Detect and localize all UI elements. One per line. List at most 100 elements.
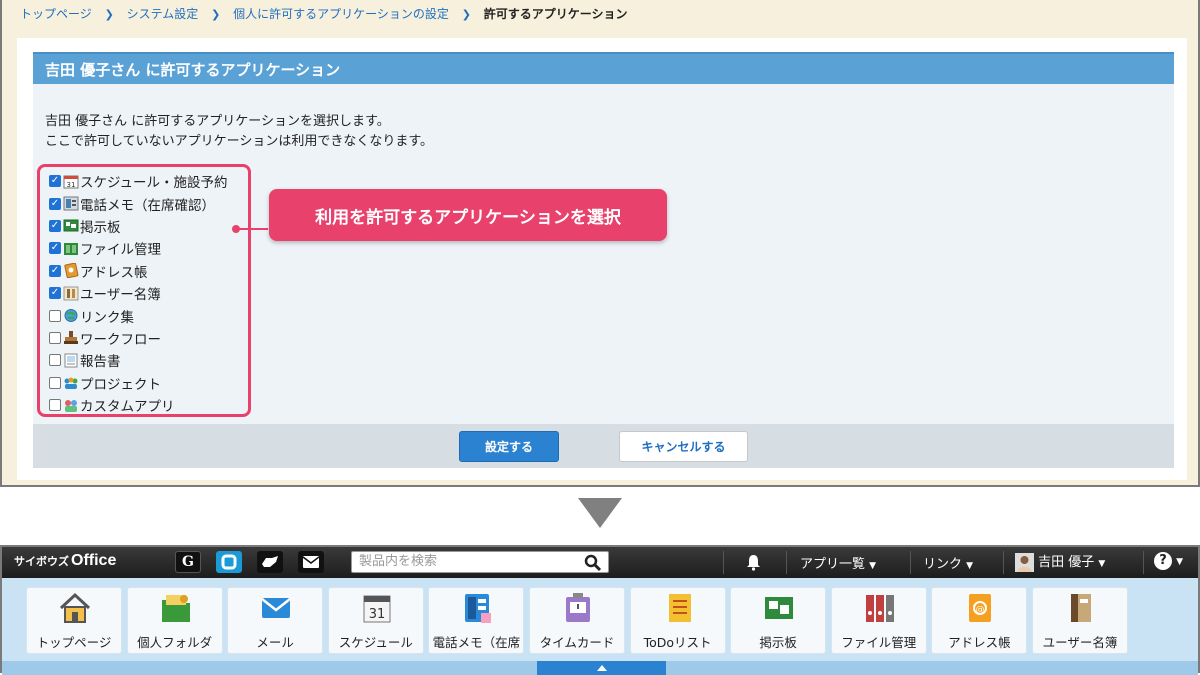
dropdown-caret-icon: ▼ (1098, 559, 1106, 569)
app-checkbox-item[interactable]: アドレス帳 (49, 260, 248, 282)
cancel-button[interactable]: キャンセルする (619, 431, 748, 462)
app-tile-label: ToDoリスト (643, 635, 712, 650)
app-tile[interactable]: 掲示板 (730, 587, 827, 654)
breadcrumb: トップページ ❯ システム設定 ❯ 個人に許可するアプリケーションの設定 ❯ 許… (20, 5, 628, 22)
logo[interactable]: サイボウズ Office (14, 552, 116, 570)
workflow-icon (63, 330, 79, 345)
description: 吉田 優子さん に許可するアプリケーションを選択します。 ここで許可していないア… (45, 112, 433, 152)
header-bar: サイボウズ Office G 製品内を検索 アプリ一覧 ▼ リンク ▼ 吉田 優子… (2, 547, 1198, 578)
o-app-icon[interactable] (216, 551, 242, 573)
app-tile-label: スケジュール (338, 635, 413, 650)
callout-connector-line (238, 228, 268, 230)
home-icon (57, 591, 93, 625)
app-checkbox[interactable] (49, 219, 61, 232)
app-checkbox-label: ユーザー名簿 (80, 287, 161, 304)
app-checkbox[interactable] (49, 287, 61, 300)
app-checkbox-item[interactable]: ワークフロー (49, 327, 248, 349)
bell-icon[interactable] (745, 554, 762, 571)
svg-text:31: 31 (67, 181, 76, 189)
app-checkbox-label: リンク集 (80, 309, 134, 326)
breadcrumb-system-settings[interactable]: システム設定 (127, 7, 199, 21)
app-checkbox[interactable] (49, 399, 61, 412)
search-input[interactable]: 製品内を検索 (351, 551, 609, 573)
app-tile[interactable]: ファイル管理 (830, 587, 927, 654)
header-divider (1003, 551, 1004, 574)
app-checkbox-item[interactable]: カスタムアプリ (49, 394, 248, 416)
app-tile[interactable]: ユーザー名簿 (1032, 587, 1128, 654)
app-tile[interactable]: @ アドレス帳 (931, 587, 1028, 654)
app-checkbox-label: カスタムアプリ (80, 399, 175, 416)
app-checkbox-item[interactable]: ユーザー名簿 (49, 282, 248, 304)
app-checkbox-label: 報告書 (80, 354, 121, 371)
app-checkbox-item[interactable]: リンク集 (49, 304, 248, 326)
app-checkbox-item[interactable]: プロジェクト (49, 372, 248, 394)
help-menu[interactable]: ? ▼ (1154, 552, 1183, 570)
app-tile[interactable]: 電話メモ（在席 (428, 587, 525, 654)
g-app-icon[interactable]: G (175, 551, 201, 573)
permission-form: 吉田 優子さん に許可するアプリケーション 吉田 優子さん に許可するアプリケー… (33, 52, 1174, 468)
app-checkbox-item[interactable]: 31 スケジュール・施設予約 (49, 170, 248, 192)
app-checkbox-item[interactable]: 電話メモ（在席確認） (49, 192, 248, 214)
dropdown-caret-icon: ▼ (1176, 557, 1184, 567)
description-line-2: ここで許可していないアプリケーションは利用できなくなります。 (45, 134, 434, 149)
app-tile-label: 掲示板 (759, 635, 797, 650)
app-checkbox[interactable] (49, 264, 61, 277)
search-placeholder: 製品内を検索 (359, 554, 438, 569)
save-button[interactable]: 設定する (459, 431, 559, 462)
app-checkbox[interactable] (49, 376, 61, 389)
app-menu-panel: サイボウズ Office G 製品内を検索 アプリ一覧 ▼ リンク ▼ 吉田 優子… (0, 545, 1200, 675)
dropdown-caret-icon: ▼ (966, 561, 974, 571)
app-tile[interactable]: タイムカード (529, 587, 625, 654)
app-tile-label: 個人フォルダ (137, 635, 213, 650)
app-list-label: アプリ一覧 (800, 557, 866, 572)
app-tile-label: アドレス帳 (948, 635, 1011, 650)
header-divider (1143, 551, 1144, 574)
address-book-icon (63, 262, 79, 279)
app-checkbox[interactable] (49, 242, 61, 255)
header-divider (786, 551, 787, 574)
app-tile-label: ファイル管理 (841, 635, 917, 650)
app-tile[interactable]: トップページ (26, 587, 122, 654)
app-list-menu[interactable]: アプリ一覧 ▼ (800, 553, 876, 572)
calendar-icon: 31 (63, 174, 79, 189)
app-tile-label: ユーザー名簿 (1042, 635, 1118, 650)
form-footer: 設定する キャンセルする (33, 424, 1174, 468)
description-line-1: 吉田 優子さん に許可するアプリケーションを選択します。 (45, 114, 390, 129)
bulletin-board-icon (761, 591, 797, 625)
kintone-app-icon[interactable] (257, 551, 283, 573)
app-tile[interactable]: 個人フォルダ (126, 587, 223, 654)
svg-text:@: @ (976, 605, 985, 615)
user-name: 吉田 優子 (1038, 555, 1095, 570)
down-arrow-icon (578, 498, 622, 528)
search-icon[interactable] (584, 554, 602, 572)
bulletin-board-icon (63, 218, 79, 233)
app-tile[interactable]: メール (227, 587, 324, 654)
app-checkbox[interactable] (49, 197, 61, 210)
app-tile[interactable]: ToDoリスト (629, 587, 726, 654)
app-checkbox-item[interactable]: 掲示板 (49, 215, 248, 237)
app-checkbox-label: プロジェクト (80, 376, 161, 393)
logo-small-text: サイボウズ (14, 556, 69, 568)
app-checkbox-item[interactable]: ファイル管理 (49, 237, 248, 259)
app-checkbox[interactable] (49, 309, 61, 322)
help-icon: ? (1154, 552, 1172, 570)
breadcrumb-personal-app-settings[interactable]: 個人に許可するアプリケーションの設定 (233, 7, 449, 21)
app-checkbox-item[interactable]: 報告書 (49, 349, 248, 371)
links-label: リンク (923, 557, 963, 572)
app-tile-label: トップページ (36, 635, 112, 650)
mail-icon[interactable] (298, 551, 324, 573)
app-tile[interactable]: 31 スケジュール (327, 587, 424, 654)
breadcrumb-top-page[interactable]: トップページ (20, 7, 92, 21)
user-menu[interactable]: 吉田 優子 ▼ (1015, 551, 1105, 572)
app-checkbox[interactable] (49, 175, 61, 188)
breadcrumb-separator-icon: ❯ (461, 8, 471, 21)
app-checkbox[interactable] (49, 331, 61, 344)
app-checkbox[interactable] (49, 354, 61, 367)
app-checkbox-label: ファイル管理 (80, 242, 161, 259)
timecard-icon (560, 591, 596, 625)
app-checkbox-list: 31 スケジュール・施設予約電話メモ（在席確認） 掲示板ファイル管理アドレス帳ユーザ… (37, 164, 251, 417)
links-menu[interactable]: リンク ▼ (923, 553, 973, 572)
header-divider (910, 551, 911, 574)
custom-app-icon (63, 398, 79, 413)
header-divider (723, 551, 724, 574)
